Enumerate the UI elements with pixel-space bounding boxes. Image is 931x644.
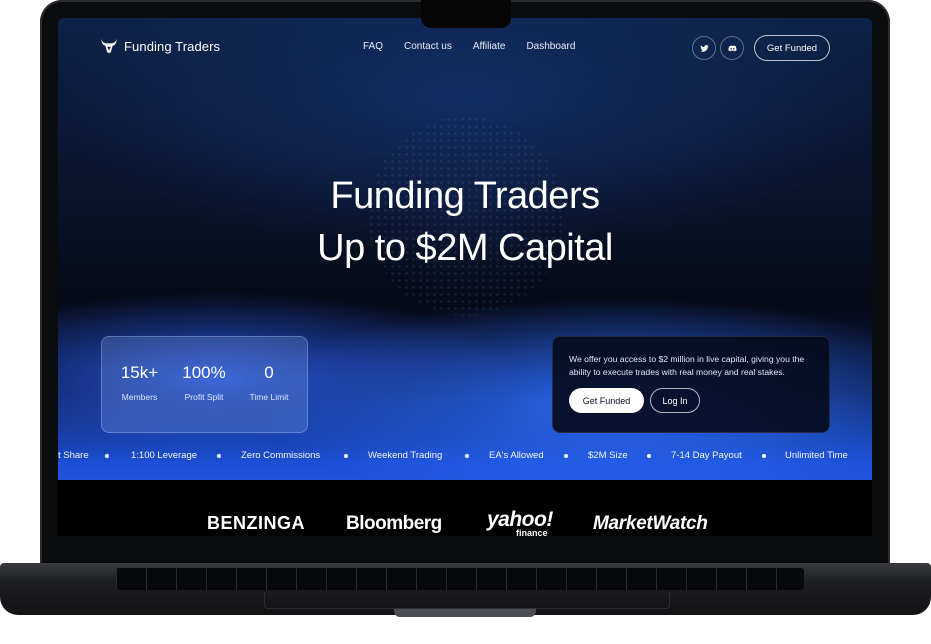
camera-notch [421, 0, 511, 28]
get-funded-button[interactable]: Get Funded [569, 388, 644, 413]
feature-ticker: t Share 1:100 Leverage Zero Commissions … [58, 450, 872, 464]
website-screen: Funding Traders FAQ Contact us Affiliate… [58, 18, 872, 536]
nav-link-dashboard[interactable]: Dashboard [526, 41, 575, 52]
ticker-separator [105, 454, 109, 458]
twitter-icon [699, 44, 709, 52]
marketwatch-logo: MarketWatch [593, 513, 708, 534]
hero-title-line2: Up to $2M Capital [317, 227, 613, 269]
stat-value: 15k+ [120, 363, 159, 382]
ticker-item: EA's Allowed [489, 450, 544, 461]
stat-label: Profit Split [184, 392, 224, 402]
twitter-button[interactable] [692, 36, 716, 60]
laptop-hinge-notch [394, 609, 536, 617]
log-in-button[interactable]: Log In [650, 388, 700, 413]
stat-value: 0 [264, 363, 274, 382]
nav-links: FAQ Contact us Affiliate Dashboard [363, 41, 596, 52]
yahoo-finance-sublabel: finance [516, 528, 548, 536]
benzinga-logo: BENZINGA [207, 513, 305, 533]
ticker-item: Zero Commissions [241, 450, 321, 461]
discord-button[interactable] [720, 36, 744, 60]
trackpad [264, 592, 670, 609]
ticker-item: Weekend Trading [368, 450, 443, 461]
nav-link-affiliate[interactable]: Affiliate [473, 41, 506, 52]
brand-name: Funding Traders [124, 38, 221, 54]
ticker-item: Unlimited Time [785, 450, 848, 461]
ticker-item: 1:100 Leverage [131, 450, 198, 461]
nav-link-contact[interactable]: Contact us [404, 41, 452, 52]
bloomberg-logo: Bloomberg [346, 513, 442, 534]
stat-label: Time Limit [249, 392, 289, 402]
ticker-separator [647, 454, 651, 458]
nav-link-faq[interactable]: FAQ [363, 41, 383, 52]
keyboard [116, 568, 804, 590]
offer-card: We offer you access to $2 million in liv… [552, 336, 830, 433]
bull-head-icon [101, 38, 117, 54]
brand-logo[interactable]: Funding Traders [100, 38, 220, 54]
hero-title-line1: Funding Traders [330, 175, 600, 217]
get-funded-nav-button[interactable]: Get Funded [754, 35, 830, 61]
ticker-item: t Share [58, 450, 89, 461]
ticker-item: $2M Size [588, 450, 628, 461]
stats-card: 15k+ Members 100% Profit Split 0 Time Li… [101, 336, 308, 433]
offer-description: We offer you access to $2 million in liv… [569, 354, 805, 377]
discord-icon [728, 45, 737, 51]
press-band [58, 480, 872, 536]
stat-value: 100% [182, 363, 226, 382]
stat-members: 15k+ Members [112, 363, 167, 402]
ticker-separator [762, 454, 766, 458]
ticker-separator [465, 454, 469, 458]
ticker-separator [217, 454, 221, 458]
stat-profit-split: 100% Profit Split [174, 363, 234, 402]
stat-time-limit: 0 Time Limit [240, 363, 298, 402]
ticker-separator [344, 454, 348, 458]
stat-label: Members [121, 392, 158, 402]
ticker-separator [564, 454, 568, 458]
ticker-item: 7-14 Day Payout [671, 450, 742, 461]
